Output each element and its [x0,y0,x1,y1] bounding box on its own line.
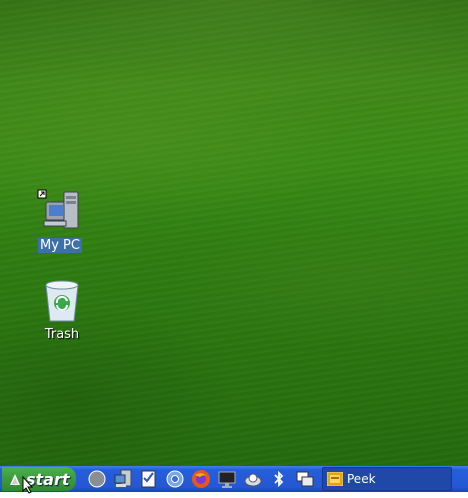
task-checklist-icon[interactable] [138,468,160,490]
taskbar-item-peek[interactable]: Peek [322,467,452,491]
network-computer-icon[interactable] [112,468,134,490]
taskbar-item-label: Peek [347,472,376,486]
start-button[interactable]: start [2,467,76,491]
recycle-bin-icon [38,277,86,325]
mouse-cursor-icon [22,475,34,498]
compass-icon[interactable] [86,468,108,490]
windows-icon[interactable] [294,468,316,490]
desktop-icon-my-pc[interactable]: My PC [30,188,90,253]
computer-icon [36,188,84,236]
start-logo-icon [8,472,22,486]
firefox-icon[interactable] [190,468,212,490]
bluetooth-icon[interactable] [268,468,290,490]
chromium-icon[interactable] [164,468,186,490]
my-pc-label: My PC [38,238,82,253]
taskbar: start Peek [0,466,468,492]
quick-launch-bar [86,468,316,490]
peek-icon [326,471,344,487]
desktop-icon-trash[interactable]: Trash [32,277,92,342]
trash-label: Trash [44,327,80,342]
monitor-icon[interactable] [216,468,238,490]
disk-icon[interactable] [242,468,264,490]
